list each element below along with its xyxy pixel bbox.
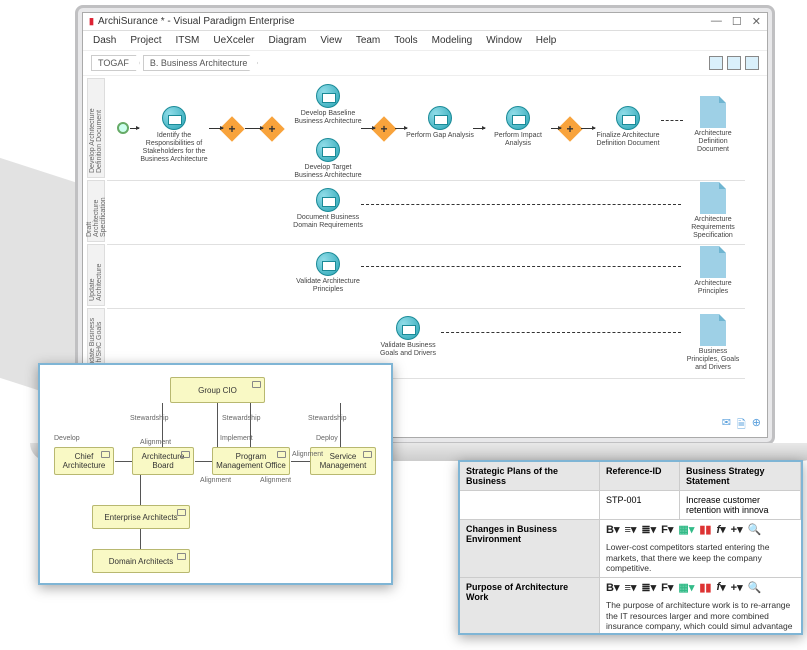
- menu-window[interactable]: Window: [486, 35, 522, 46]
- bold-icon[interactable]: B▾: [606, 523, 619, 536]
- task-target[interactable]: Develop Target Business Architecture: [293, 138, 363, 180]
- binoc-icon[interactable]: 🔍: [748, 581, 762, 594]
- box-group-cio[interactable]: Group CIO: [170, 377, 265, 403]
- th-plans: Strategic Plans of the Business: [460, 462, 600, 490]
- vp-logo-icon: ▮: [89, 16, 94, 27]
- fx-icon[interactable]: f▾: [716, 523, 725, 536]
- box-pmo[interactable]: Program Management Office: [212, 447, 290, 475]
- note-icon[interactable]: 🗎: [737, 416, 746, 435]
- crumb-togaf[interactable]: TOGAF: [91, 55, 140, 71]
- menu-diagram[interactable]: Diagram: [269, 35, 307, 46]
- align-icon[interactable]: ≡▾: [624, 523, 636, 536]
- box-domain-arch[interactable]: Domain Architects: [92, 549, 190, 573]
- maximize-icon[interactable]: ☐: [732, 15, 742, 28]
- menu-bar: Dash Project ITSM UeXceler Diagram View …: [83, 31, 767, 51]
- font-icon[interactable]: F▾: [661, 581, 673, 594]
- menu-team[interactable]: Team: [356, 35, 380, 46]
- task-finalize[interactable]: Finalize Architecture Definition Documen…: [593, 106, 663, 148]
- lane-3-label: Update Architecture: [89, 245, 103, 305]
- task-impact[interactable]: Perform Impact Analysis: [483, 106, 553, 148]
- window-title: ArchiSurance * - Visual Paradigm Enterpr…: [98, 16, 711, 27]
- th-stmt: Business Strategy Statement: [680, 462, 801, 490]
- table-icon[interactable]: ▦▾: [678, 523, 694, 536]
- doc-add[interactable]: Architecture Definition Document: [683, 96, 743, 154]
- task-baseline[interactable]: Develop Baseline Business Architecture: [293, 84, 363, 126]
- chart-icon[interactable]: ▮▮: [699, 523, 711, 536]
- menu-help[interactable]: Help: [536, 35, 557, 46]
- menu-project[interactable]: Project: [130, 35, 161, 46]
- breadcrumb: TOGAF B. Business Architecture: [83, 51, 767, 76]
- chart-icon[interactable]: ▮▮: [699, 581, 711, 594]
- org-diagram-panel: Group CIO Chief Architecture Architectur…: [38, 363, 393, 585]
- doc-principles[interactable]: Architecture Principles: [683, 246, 743, 296]
- lane-2-label: Draft Architecture Specification: [86, 181, 107, 241]
- binoc-icon[interactable]: 🔍: [748, 523, 762, 536]
- lbl-align3: Alignment: [260, 477, 291, 484]
- lbl-stew2: Stewardship: [222, 415, 261, 422]
- toolbar-icons: [709, 56, 759, 70]
- menu-view[interactable]: View: [320, 35, 342, 46]
- lbl-align2: Alignment: [200, 477, 231, 484]
- lane-1-label: Develop Architecture Definition Document: [89, 79, 103, 177]
- grid-icon[interactable]: [745, 56, 759, 70]
- lbl-align4: Alignment: [292, 451, 323, 458]
- th-ref: Reference-ID: [600, 462, 680, 490]
- menu-dash[interactable]: Dash: [93, 35, 116, 46]
- font-icon[interactable]: F▾: [661, 523, 673, 536]
- task-identify[interactable]: Identify the Responsibilities of Stakeho…: [139, 106, 209, 164]
- lbl-stew3: Stewardship: [308, 415, 347, 422]
- crumb-phase[interactable]: B. Business Architecture: [143, 55, 259, 71]
- list-icon[interactable]: ≣▾: [641, 581, 656, 594]
- align-icon[interactable]: ≡▾: [624, 581, 636, 594]
- task-validate-principles[interactable]: Validate Architecture Principles: [293, 252, 363, 294]
- td-ref: STP-001: [600, 491, 680, 519]
- bold-icon[interactable]: B▾: [606, 581, 619, 594]
- start-event[interactable]: [117, 122, 129, 134]
- th-purpose: Purpose of Architecture Work: [460, 578, 600, 635]
- td-changes-text[interactable]: Lower-cost competitors started entering …: [600, 539, 801, 577]
- table-panel: Strategic Plans of the Business Referenc…: [458, 460, 803, 635]
- table-icon[interactable]: ▦▾: [678, 581, 694, 594]
- menu-modeling[interactable]: Modeling: [432, 35, 473, 46]
- target-icon[interactable]: ⊕: [752, 416, 761, 435]
- menu-tools[interactable]: Tools: [394, 35, 417, 46]
- box-chief-arch[interactable]: Chief Architecture: [54, 447, 114, 475]
- task-document[interactable]: Document Business Domain Requirements: [293, 188, 363, 230]
- title-bar: ▮ ArchiSurance * - Visual Paradigm Enter…: [83, 13, 767, 31]
- nav-icon[interactable]: [709, 56, 723, 70]
- rich-toolbar-1: B▾ ≡▾ ≣▾ F▾ ▦▾ ▮▮ f▾ +▾ 🔍: [600, 520, 801, 539]
- menu-uexceler[interactable]: UeXceler: [213, 35, 254, 46]
- fx-icon[interactable]: f▾: [716, 581, 725, 594]
- th-changes: Changes in Business Environment: [460, 520, 600, 577]
- status-icons: ✉ 🗎 ⊕: [722, 416, 761, 435]
- menu-itsm[interactable]: ITSM: [175, 35, 199, 46]
- task-gap[interactable]: Perform Gap Analysis: [405, 106, 475, 140]
- box-ent-arch[interactable]: Enterprise Architects: [92, 505, 190, 529]
- plus-icon[interactable]: +▾: [731, 581, 743, 594]
- layout-icon[interactable]: [727, 56, 741, 70]
- lbl-stew1: Stewardship: [130, 415, 169, 422]
- lbl-impl: Implement: [220, 435, 253, 442]
- lbl-deploy: Deploy: [316, 435, 338, 442]
- list-icon[interactable]: ≣▾: [641, 523, 656, 536]
- lbl-align1: Alignment: [140, 439, 171, 446]
- doc-goals[interactable]: Business Principles, Goals and Drivers: [683, 314, 743, 372]
- td-stmt: Increase customer retention with innova: [680, 491, 801, 519]
- rich-toolbar-2: B▾ ≡▾ ≣▾ F▾ ▦▾ ▮▮ f▾ +▾ 🔍: [600, 578, 801, 597]
- minimize-icon[interactable]: —: [711, 15, 722, 28]
- td-purpose-text[interactable]: The purpose of architecture work is to r…: [600, 597, 801, 635]
- task-validate-goals[interactable]: Validate Business Goals and Drivers: [373, 316, 443, 358]
- doc-spec[interactable]: Architecture Requirements Specification: [683, 182, 743, 240]
- plus-icon[interactable]: +▾: [731, 523, 743, 536]
- close-icon[interactable]: ✕: [752, 15, 761, 28]
- lbl-dev: Develop: [54, 435, 80, 442]
- mail-icon[interactable]: ✉: [722, 416, 731, 435]
- box-arch-board[interactable]: Architecture Board: [132, 447, 194, 475]
